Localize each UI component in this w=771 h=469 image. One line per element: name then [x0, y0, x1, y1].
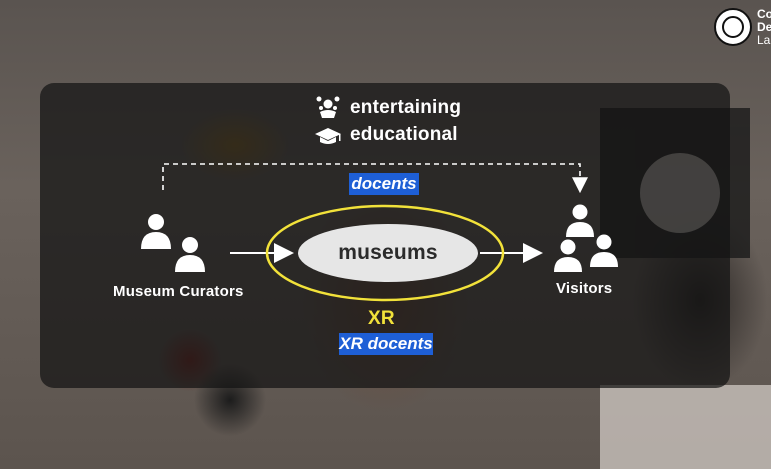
xr-docents-tag: XR docents	[339, 333, 433, 355]
xr-label: XR	[368, 308, 395, 329]
attribute-entertaining: entertaining	[350, 97, 462, 118]
attribute-educational: educational	[350, 124, 458, 145]
curators-label: Museum Curators	[113, 283, 244, 300]
visitors-people-icon	[554, 204, 618, 272]
visitors-label: Visitors	[556, 280, 613, 297]
docents-tag: docents	[349, 173, 419, 195]
flow-diagram	[141, 96, 618, 302]
people-celebrating-icon	[316, 96, 340, 118]
curators-people-icon	[141, 214, 205, 272]
graduation-cap-icon	[315, 128, 341, 144]
museums-label: museums	[338, 241, 438, 264]
